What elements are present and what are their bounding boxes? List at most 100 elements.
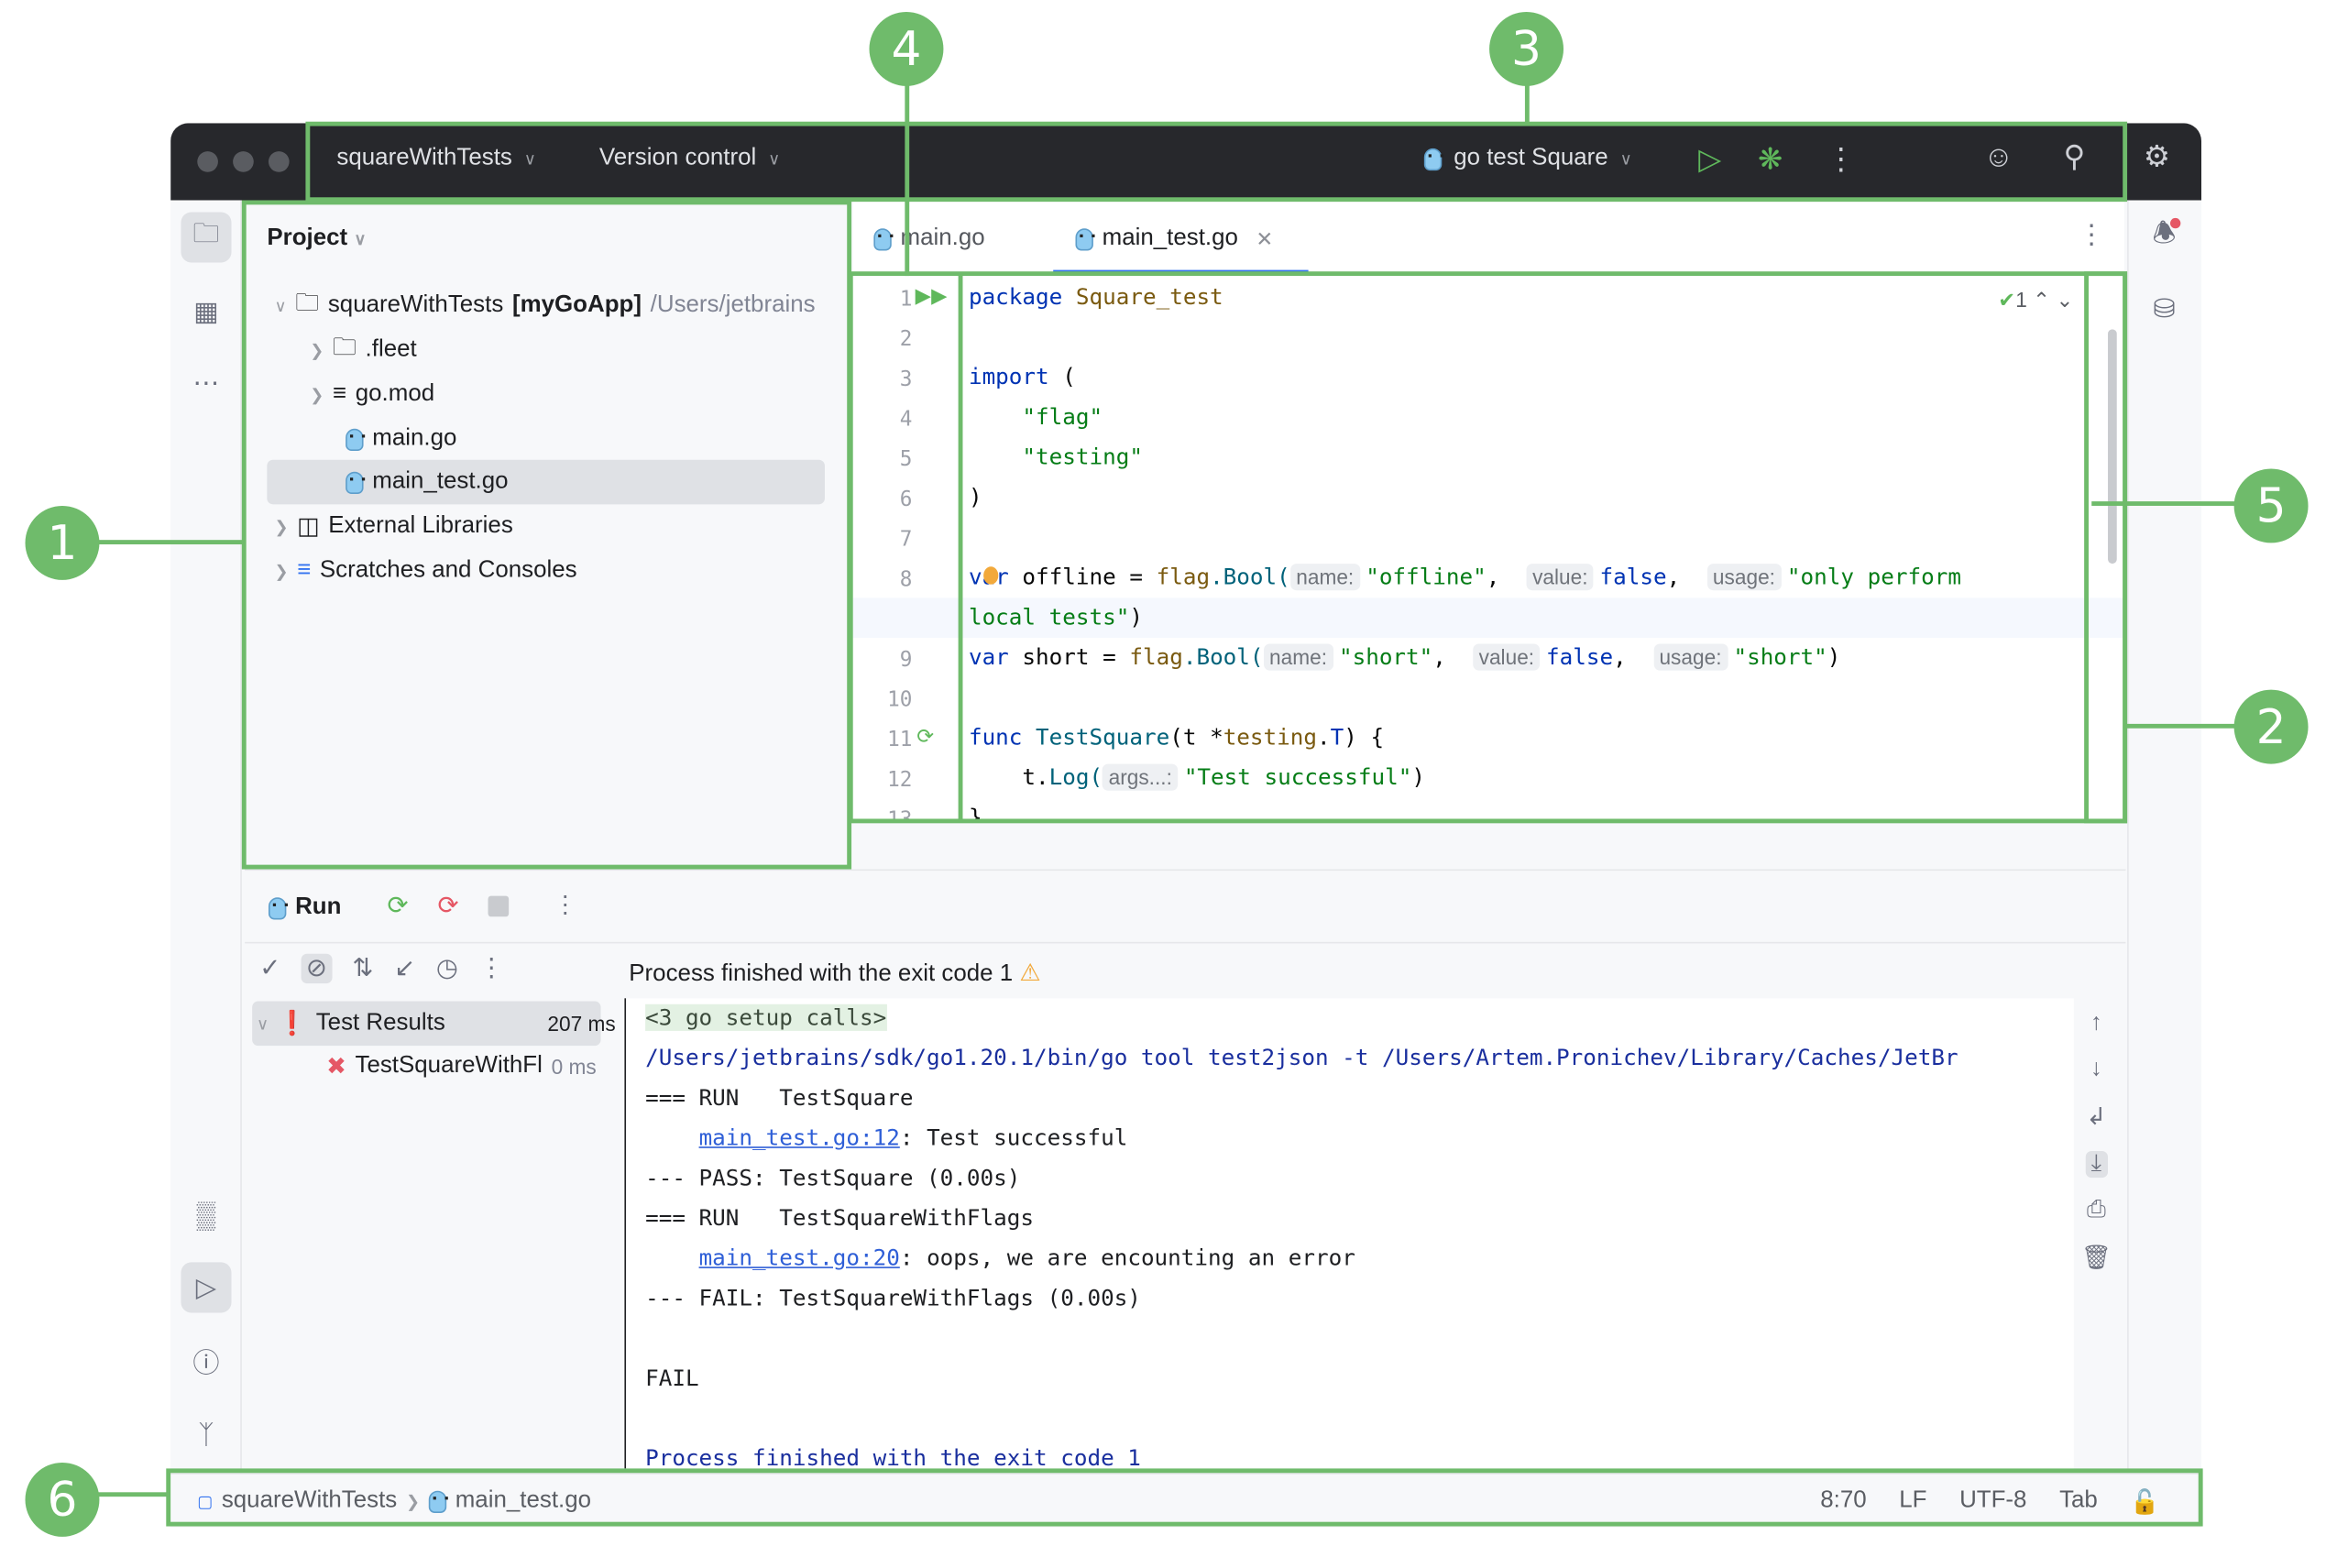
- code-line: ): [969, 477, 982, 518]
- tree-item-main-test-go[interactable]: main_test.go: [346, 461, 508, 502]
- project-panel-title[interactable]: Project ∨: [267, 225, 366, 252]
- parameter-hint: name:: [1264, 643, 1333, 670]
- source-link[interactable]: main_test.go:20: [699, 1245, 900, 1271]
- code-token: (: [1049, 364, 1076, 390]
- show-ignored-icon[interactable]: ⊘: [302, 954, 332, 983]
- minimize-window-button[interactable]: [233, 151, 254, 172]
- chevron-right-icon: ❯: [274, 562, 288, 581]
- console-output[interactable]: <3 go setup calls>/Users/jetbrains/sdk/g…: [624, 998, 2073, 1468]
- scroll-to-end-icon[interactable]: ⤓: [2085, 1151, 2107, 1178]
- notifications-button[interactable]: 🕭: [2139, 212, 2189, 262]
- source-link[interactable]: main_test.go:12: [699, 1124, 900, 1151]
- gopher-icon: [1075, 227, 1092, 249]
- problems-tool-button[interactable]: ⓘ: [181, 1336, 231, 1387]
- tree-item-root[interactable]: ∨🗀squareWithTests[myGoApp]/Users/jetbrai…: [274, 285, 815, 326]
- stop-icon[interactable]: [488, 896, 510, 917]
- project-widget[interactable]: squareWithTests∨: [336, 146, 535, 172]
- debug-icon[interactable]: ❋: [1758, 141, 1783, 178]
- tab-main-go[interactable]: main.go: [873, 218, 984, 259]
- code-token: .Bool(: [1183, 643, 1264, 670]
- run-config-selector[interactable]: go test Square∨: [1424, 146, 1632, 172]
- code-token: import: [969, 364, 1049, 390]
- indent-setting[interactable]: Tab: [2059, 1487, 2098, 1517]
- tree-item-fleet[interactable]: ❯🗀.fleet: [310, 329, 416, 370]
- down-arrow-icon[interactable]: ↓: [2090, 1056, 2102, 1082]
- divider: [245, 942, 2125, 944]
- run-panel: Run ⟳ ⟳ ⋮ ✓ ⊘ ⇅ ↙ ◷ ⋮ Process finished w…: [245, 869, 2125, 1468]
- line-number: 11: [853, 721, 913, 762]
- parameter-hint: usage:: [1706, 564, 1781, 590]
- code-token: }: [969, 804, 982, 821]
- rerun-failed-icon[interactable]: ⟳: [437, 892, 458, 921]
- vcs-widget[interactable]: Version control∨: [599, 146, 780, 172]
- up-arrow-icon[interactable]: ↑: [2090, 1010, 2102, 1036]
- breadcrumb-project[interactable]: squareWithTests: [222, 1487, 397, 1514]
- code-editor[interactable]: 1package Square_test23import (4 "flag"5 …: [853, 276, 2124, 822]
- tree-item-scratches[interactable]: ❯≡Scratches and Consoles: [274, 551, 576, 592]
- callout-badge-6: 6: [26, 1463, 100, 1537]
- inspection-widget[interactable]: ✔1 ⌃ ⌄: [1998, 288, 2073, 313]
- more-icon[interactable]: ⋮: [554, 890, 577, 919]
- title-bar: squareWithTests∨ Version control∨ go tes…: [170, 123, 2201, 200]
- trash-icon[interactable]: 🗑: [2081, 1243, 2112, 1272]
- sort-icon[interactable]: ⇅: [352, 954, 373, 983]
- database-tool-button[interactable]: ⛁: [2139, 283, 2189, 334]
- run-gutter-icon[interactable]: ▶▶: [916, 283, 948, 309]
- chevron-down-icon: ∨: [1620, 149, 1632, 169]
- lock-icon[interactable]: 🔓: [2130, 1487, 2159, 1517]
- collapse-icon[interactable]: ↙: [394, 954, 415, 983]
- close-tab-icon[interactable]: ✕: [1256, 226, 1273, 252]
- tree-item-main-go[interactable]: main.go: [346, 418, 456, 459]
- git-tool-button[interactable]: ᛉ: [181, 1409, 231, 1460]
- soft-wrap-icon[interactable]: ↲: [2086, 1102, 2106, 1132]
- line-separator[interactable]: LF: [1899, 1487, 1926, 1517]
- run-tool-button[interactable]: ▷: [181, 1262, 231, 1312]
- code-token: "short": [1339, 643, 1432, 670]
- code-token: local tests": [969, 604, 1129, 630]
- code-token: .: [1317, 724, 1331, 751]
- tabs-more-icon[interactable]: ⋮: [2079, 220, 2105, 251]
- more-icon[interactable]: ⋮: [1826, 141, 1855, 178]
- code-line: local tests"): [969, 598, 1143, 638]
- add-user-icon[interactable]: ☺: [1983, 141, 2013, 175]
- file-encoding[interactable]: UTF-8: [1959, 1487, 2026, 1517]
- print-icon[interactable]: ⎙: [2087, 1197, 2106, 1223]
- test-node[interactable]: ✖TestSquareWithFl0 ms: [326, 1046, 616, 1087]
- caret-position[interactable]: 8:70: [1820, 1487, 1866, 1517]
- test-rerun-gutter-icon[interactable]: ⟳: [916, 724, 934, 750]
- editor-scrollbar[interactable]: [2108, 329, 2117, 564]
- tree-item-external-libraries[interactable]: ❯◫External Libraries: [274, 506, 512, 547]
- code-token: "short": [1733, 643, 1827, 670]
- code-line: func TestSquare(t *testing.T) {: [969, 718, 1384, 758]
- project-tool-button[interactable]: 🗀: [181, 212, 231, 262]
- tree-item-go-mod[interactable]: ❯≡go.mod: [310, 374, 434, 415]
- more-icon[interactable]: ⋮: [479, 954, 505, 983]
- terminal-tool-button[interactable]: ▒: [181, 1190, 231, 1240]
- callout-badge-1: 1: [26, 506, 100, 580]
- console-line: === RUN TestSquare: [645, 1079, 913, 1119]
- gopher-icon: [1424, 148, 1442, 170]
- breadcrumb-file[interactable]: main_test.go: [455, 1487, 591, 1514]
- test-results-node[interactable]: ∨❗Test Results207 ms: [257, 1003, 616, 1044]
- test-label: TestSquareWithFl: [356, 1053, 543, 1080]
- show-passed-icon[interactable]: ✓: [259, 954, 280, 983]
- tree-label: main_test.go: [372, 468, 508, 495]
- intention-bulb-icon[interactable]: [983, 566, 998, 584]
- run-icon[interactable]: ▷: [1698, 141, 1721, 178]
- rerun-icon[interactable]: ⟳: [387, 892, 408, 921]
- code-line: var offline = flag.Bool(name:"offline", …: [969, 558, 1975, 598]
- structure-tool-button[interactable]: ▦: [181, 286, 231, 336]
- code-line: var short = flag.Bool(name:"short", valu…: [969, 638, 1840, 678]
- code-token: package: [969, 283, 1076, 310]
- more-tools-button[interactable]: ⋯: [181, 357, 231, 408]
- search-icon[interactable]: ⚲: [2063, 138, 2085, 175]
- line-number: 12: [853, 761, 913, 801]
- process-status: Process finished with the exit code 1 ⚠: [629, 959, 1040, 988]
- tab-main-test-go[interactable]: main_test.go✕: [1075, 218, 1273, 259]
- code-token: var: [969, 643, 1009, 670]
- code-token: false: [1546, 643, 1613, 670]
- history-icon[interactable]: ◷: [436, 954, 458, 983]
- close-window-button[interactable]: [197, 151, 218, 172]
- maximize-window-button[interactable]: [269, 151, 290, 172]
- settings-gear-icon[interactable]: ⚙: [2144, 138, 2170, 175]
